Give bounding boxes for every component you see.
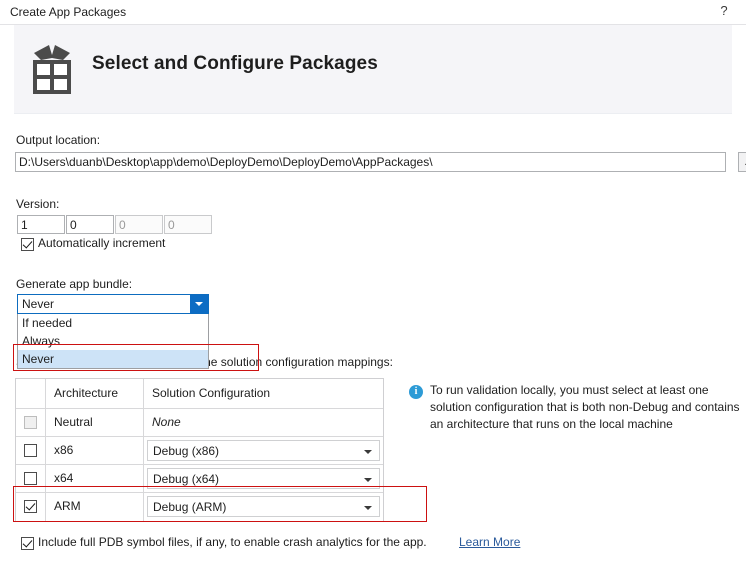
window-title-bar: Create App Packages ?	[0, 0, 746, 25]
learn-more-link[interactable]: Learn More	[459, 535, 520, 549]
packages-table: Architecture Solution Configuration Neut…	[15, 378, 384, 522]
include-pdb-checkbox[interactable]	[21, 537, 34, 550]
row-architecture-arm: ARM	[46, 493, 144, 521]
page-title: Select and Configure Packages	[92, 53, 378, 74]
row-architecture-neutral: Neutral	[46, 409, 144, 436]
row-configuration-combobox-x64[interactable]: Debug (x64)	[147, 468, 380, 489]
row-configuration-value-x64: Debug (x64)	[153, 472, 220, 486]
version-revision-input[interactable]	[164, 215, 212, 234]
row-checkbox-neutral[interactable]	[24, 416, 37, 429]
window-title: Create App Packages	[10, 5, 127, 19]
row-configuration-value-x86: Debug (x86)	[153, 444, 220, 458]
chevron-down-icon[interactable]	[190, 295, 208, 313]
row-configuration-cell-arm: Debug (ARM)	[144, 493, 383, 521]
row-checkbox-x86[interactable]	[24, 444, 37, 457]
row-configuration-neutral: None	[152, 415, 181, 429]
generate-app-bundle-label: Generate app bundle:	[16, 277, 133, 291]
table-row[interactable]: x64 Debug (x64)	[16, 465, 383, 493]
row-checkbox-arm[interactable]	[24, 500, 37, 513]
output-location-label: Output location:	[16, 133, 101, 147]
row-checkbox-cell	[16, 465, 46, 492]
output-location-input[interactable]	[15, 152, 726, 172]
version-minor-input[interactable]	[66, 215, 114, 234]
validation-info-text: To run validation locally, you must sele…	[430, 383, 740, 431]
automatically-increment-checkbox[interactable]	[21, 238, 34, 251]
row-checkbox-cell	[16, 409, 46, 436]
row-architecture-x64: x64	[46, 465, 144, 492]
row-checkbox-cell	[16, 437, 46, 464]
dropdown-option-never[interactable]: Never	[18, 350, 208, 368]
row-checkbox-x64[interactable]	[24, 472, 37, 485]
header-cell-solution-configuration: Solution Configuration	[152, 386, 271, 400]
row-architecture-x86: x86	[46, 437, 144, 464]
automatically-increment-label: Automatically increment	[38, 236, 166, 250]
table-header-row: Architecture Solution Configuration	[16, 379, 383, 409]
version-build-input[interactable]	[115, 215, 163, 234]
row-configuration-cell-x64: Debug (x64)	[144, 465, 383, 492]
version-major-input[interactable]	[17, 215, 65, 234]
dropdown-option-if-needed[interactable]: If needed	[18, 314, 208, 332]
include-pdb-label: Include full PDB symbol files, if any, t…	[38, 535, 427, 549]
row-configuration-combobox-x86[interactable]: Debug (x86)	[147, 440, 380, 461]
gift-box-icon	[22, 41, 82, 99]
page-banner: Select and Configure Packages	[14, 25, 732, 114]
row-configuration-combobox-arm[interactable]: Debug (ARM)	[147, 496, 380, 517]
row-configuration-value-arm: Debug (ARM)	[153, 500, 227, 514]
table-row[interactable]: ARM Debug (ARM)	[16, 493, 383, 521]
header-cell-architecture: Architecture	[46, 379, 144, 408]
table-row[interactable]: x86 Debug (x86)	[16, 437, 383, 465]
header-cell-checkbox	[16, 379, 46, 408]
help-icon[interactable]: ?	[716, 3, 732, 19]
generate-app-bundle-dropdown-list[interactable]: If needed Always Never	[17, 314, 209, 369]
generate-app-bundle-combobox[interactable]: Never	[17, 294, 209, 314]
generate-app-bundle-value: Never	[22, 297, 55, 311]
table-row[interactable]: Neutral None	[16, 409, 383, 437]
row-checkbox-cell	[16, 493, 46, 521]
dropdown-option-always[interactable]: Always	[18, 332, 208, 350]
row-configuration-cell-x86: Debug (x86)	[144, 437, 383, 464]
version-label: Version:	[16, 197, 60, 211]
info-circle-icon: i	[409, 385, 423, 399]
browse-button[interactable]: ...	[738, 152, 746, 172]
